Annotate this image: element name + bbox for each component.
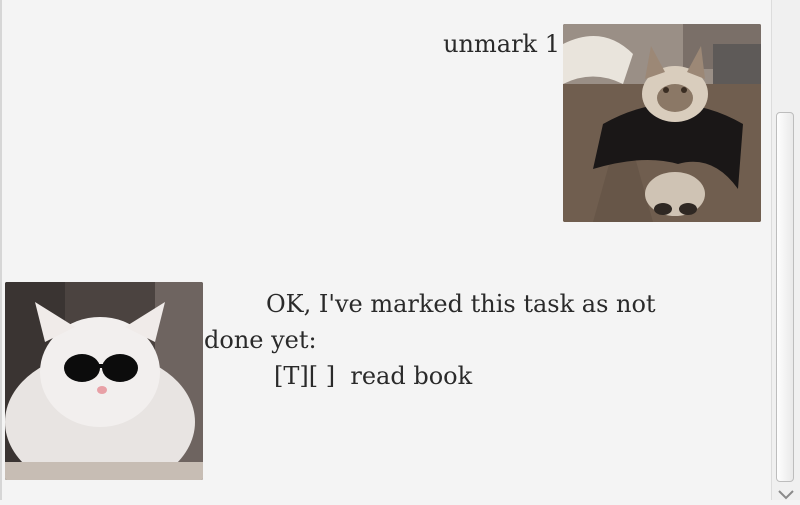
user-message-text: unmark 1 (443, 30, 560, 58)
scrollbar-thumb[interactable] (776, 112, 794, 482)
bot-dialog: OK, I've marked this task as not done ye… (4, 282, 704, 482)
bot-message-task: [T][ ] read book (274, 362, 473, 390)
scroll-down-arrow-icon[interactable] (776, 486, 796, 500)
bot-message: OK, I've marked this task as not done ye… (204, 286, 704, 394)
window-left-edge (0, 0, 2, 500)
siamese-cat-image (563, 24, 761, 222)
user-avatar (563, 24, 761, 222)
vertical-scrollbar[interactable] (771, 0, 800, 500)
white-cat-sunglasses-image (5, 282, 203, 480)
bot-avatar (5, 282, 203, 480)
user-dialog: unmark 1 (420, 24, 765, 224)
bot-message-line: OK, I've marked this task as not done ye… (204, 290, 664, 354)
